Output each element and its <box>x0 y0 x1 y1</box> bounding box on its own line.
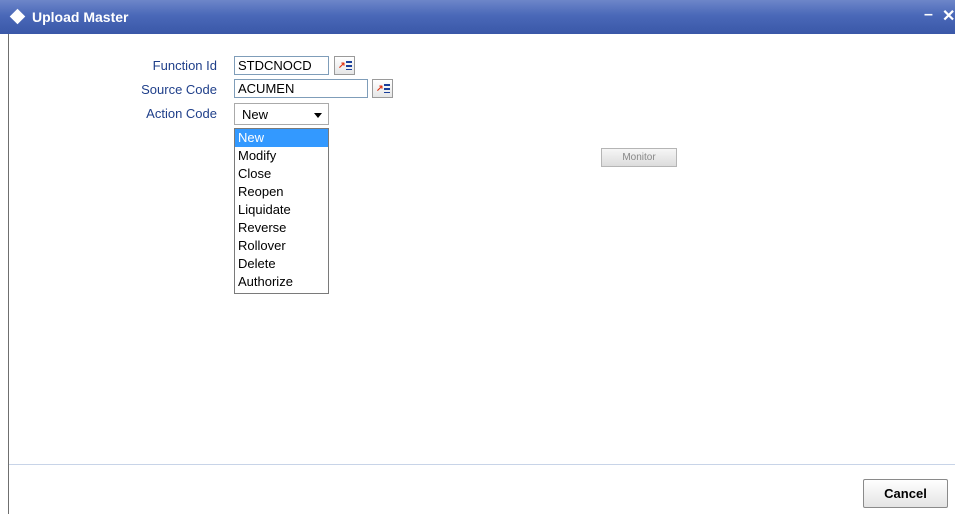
dropdown-option-close[interactable]: Close <box>235 165 328 183</box>
upload-master-window: Upload Master – ✕ Function Id STDCNOCD ↗… <box>0 0 955 514</box>
window-title: Upload Master <box>32 9 129 25</box>
cancel-button[interactable]: Cancel <box>863 479 948 508</box>
dropdown-option-modify[interactable]: Modify <box>235 147 328 165</box>
dropdown-option-liquidate[interactable]: Liquidate <box>235 201 328 219</box>
function-id-lov-button[interactable]: ↗ <box>334 56 355 75</box>
action-code-dropdown-list: New Modify Close Reopen Liquidate Revers… <box>234 128 329 294</box>
minimize-button[interactable]: – <box>924 6 933 24</box>
function-id-label: Function Id <box>152 58 217 73</box>
footer-divider <box>9 464 955 465</box>
source-code-field[interactable]: ACUMEN <box>234 79 368 98</box>
list-of-values-icon: ↗ <box>338 60 346 70</box>
dropdown-option-reverse[interactable]: Reverse <box>235 219 328 237</box>
monitor-button[interactable]: Monitor <box>601 148 677 167</box>
dropdown-option-rollover[interactable]: Rollover <box>235 237 328 255</box>
dropdown-option-reopen[interactable]: Reopen <box>235 183 328 201</box>
dropdown-option-delete[interactable]: Delete <box>235 255 328 273</box>
action-code-select[interactable]: New <box>234 103 329 125</box>
action-code-selected-value: New <box>242 107 269 122</box>
source-code-label: Source Code <box>141 82 217 97</box>
source-code-lov-button[interactable]: ↗ <box>372 79 393 98</box>
title-bar[interactable]: Upload Master – ✕ <box>0 0 955 34</box>
function-id-field[interactable]: STDCNOCD <box>234 56 329 75</box>
close-button[interactable]: ✕ <box>942 6 955 26</box>
list-of-values-icon: ↗ <box>376 83 384 93</box>
window-left-border <box>8 34 9 514</box>
chevron-down-icon <box>314 113 322 118</box>
dropdown-option-authorize[interactable]: Authorize <box>235 273 328 291</box>
dropdown-option-new[interactable]: New <box>235 129 328 147</box>
diamond-icon <box>9 8 26 25</box>
action-code-label: Action Code <box>146 106 217 121</box>
